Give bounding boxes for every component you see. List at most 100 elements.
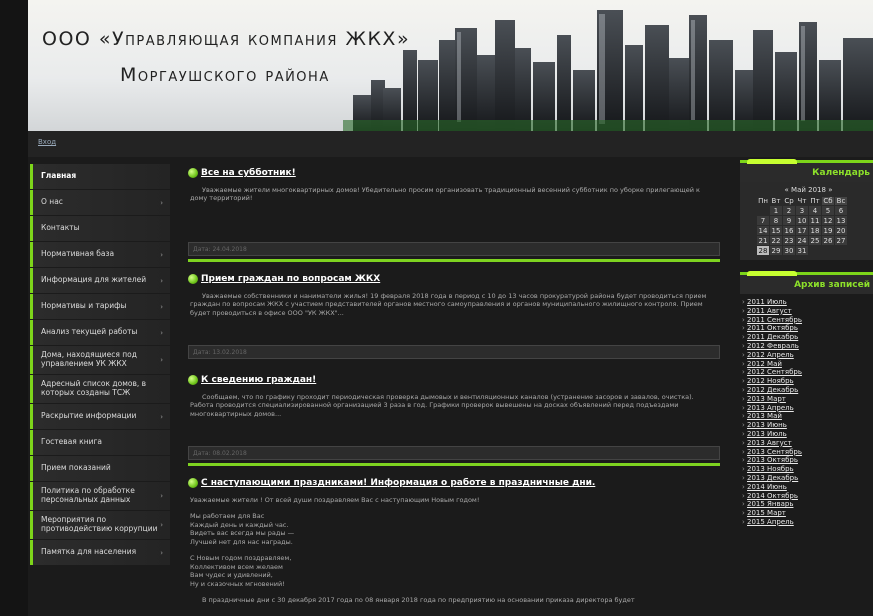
- calendar-day[interactable]: 8: [770, 216, 782, 225]
- calendar-day[interactable]: 5: [822, 206, 834, 215]
- archive-link[interactable]: 2013 Июнь: [742, 421, 873, 430]
- calendar-day[interactable]: 1: [770, 206, 782, 215]
- calendar-day[interactable]: 22: [770, 236, 782, 245]
- post-title-text[interactable]: Прием граждан по вопросам ЖКХ: [201, 274, 380, 284]
- calendar-day[interactable]: 30: [783, 246, 795, 255]
- menu-item-label: Гостевая книга: [41, 437, 103, 447]
- green-bullet-icon: [188, 375, 198, 385]
- calendar-day[interactable]: 20: [835, 226, 847, 235]
- post-title-text[interactable]: Все на субботник!: [201, 168, 296, 178]
- calendar-day[interactable]: 17: [796, 226, 808, 235]
- archive-link[interactable]: 2015 Январь: [742, 500, 873, 509]
- menu-item[interactable]: Дома, находящиеся под управлением УК ЖКХ…: [30, 346, 170, 374]
- post-date: Дата: 13.02.2018: [188, 345, 720, 359]
- menu-item[interactable]: Контакты: [30, 216, 170, 241]
- calendar-day[interactable]: 31: [796, 246, 808, 255]
- calendar-day[interactable]: 18: [809, 226, 821, 235]
- archive-link[interactable]: 2013 Декабрь: [742, 474, 873, 483]
- archive-link[interactable]: 2013 Октябрь: [742, 456, 873, 465]
- calendar-prev-button[interactable]: «: [785, 186, 789, 194]
- calendar-day[interactable]: 28: [757, 246, 769, 255]
- post-title-link[interactable]: К сведению граждан!: [188, 373, 720, 387]
- menu-item[interactable]: Памятка для населения ›: [30, 540, 170, 565]
- post-title-text[interactable]: К сведению граждан!: [201, 375, 316, 385]
- archive-link[interactable]: 2012 Ноябрь: [742, 377, 873, 386]
- calendar-day[interactable]: 3: [796, 206, 808, 215]
- calendar-day[interactable]: 7: [757, 216, 769, 225]
- archive-link[interactable]: 2011 Июль: [742, 298, 873, 307]
- calendar-day[interactable]: 21: [757, 236, 769, 245]
- post-title-link[interactable]: С наступающими праздниками! Информация о…: [188, 476, 720, 490]
- menu-item[interactable]: Прием показаний: [30, 456, 170, 481]
- calendar-day[interactable]: 4: [809, 206, 821, 215]
- calendar-day[interactable]: 24: [796, 236, 808, 245]
- calendar-day[interactable]: 10: [796, 216, 808, 225]
- calendar-week: 28 29 30 31: [757, 246, 847, 255]
- archive-link[interactable]: 2013 Апрель: [742, 404, 873, 413]
- archive-link[interactable]: 2011 Сентябрь: [742, 316, 873, 325]
- post-divider: [188, 259, 720, 262]
- menu-item[interactable]: Информация для жителей ›: [30, 268, 170, 293]
- calendar-weekday: Ср: [784, 197, 794, 205]
- chevron-right-icon: ›: [160, 250, 163, 259]
- menu-item[interactable]: Мероприятия по противодействию коррупции…: [30, 511, 170, 539]
- calendar-day[interactable]: 11: [809, 216, 821, 225]
- site-header: ООО «Управляющая компания ЖКХ» Моргаушск…: [28, 0, 873, 131]
- calendar-next-button[interactable]: »: [828, 186, 832, 194]
- archive-link[interactable]: 2015 Апрель: [742, 518, 873, 527]
- menu-item[interactable]: Раскрытие информации ›: [30, 404, 170, 429]
- calendar-day[interactable]: 26: [822, 236, 834, 245]
- calendar-day[interactable]: 2: [783, 206, 795, 215]
- archive-link[interactable]: 2013 Март: [742, 395, 873, 404]
- menu-item[interactable]: Нормативы и тарифы ›: [30, 294, 170, 319]
- post-body-line: С Новым годом поздравляем,: [190, 554, 292, 563]
- archive-link[interactable]: 2012 Февраль: [742, 342, 873, 351]
- archive-link[interactable]: 2012 Апрель: [742, 351, 873, 360]
- archive-link[interactable]: 2012 Май: [742, 360, 873, 369]
- archive-link[interactable]: 2013 Август: [742, 439, 873, 448]
- menu-item[interactable]: Гостевая книга: [30, 430, 170, 455]
- calendar-weekday: Сб: [822, 197, 834, 205]
- calendar-day[interactable]: 23: [783, 236, 795, 245]
- menu-item[interactable]: Политика по обработке персональных данны…: [30, 482, 170, 510]
- post-title-text[interactable]: С наступающими праздниками! Информация о…: [201, 478, 595, 488]
- archive-link[interactable]: 2013 Май: [742, 412, 873, 421]
- post-title-link[interactable]: Прием граждан по вопросам ЖКХ: [188, 272, 720, 286]
- archive-link[interactable]: 2013 Ноябрь: [742, 465, 873, 474]
- calendar-day[interactable]: 12: [822, 216, 834, 225]
- archive-link[interactable]: 2011 Август: [742, 307, 873, 316]
- menu-item[interactable]: О нас ›: [30, 190, 170, 215]
- site-title-line2: Моргаушского района: [120, 64, 330, 86]
- archive-link[interactable]: 2014 Июнь: [742, 483, 873, 492]
- calendar-day[interactable]: 9: [783, 216, 795, 225]
- calendar-day[interactable]: 14: [757, 226, 769, 235]
- calendar-day[interactable]: 16: [783, 226, 795, 235]
- calendar-day[interactable]: 27: [835, 236, 847, 245]
- archive-link[interactable]: 2012 Сентябрь: [742, 368, 873, 377]
- calendar-week: 123456: [757, 206, 847, 215]
- menu-item-label: Нормативная база: [41, 249, 115, 259]
- archive-link[interactable]: 2011 Декабрь: [742, 333, 873, 342]
- calendar-weekday: Пн: [758, 197, 768, 205]
- archive-link[interactable]: 2014 Октябрь: [742, 492, 873, 501]
- menu-item[interactable]: Нормативная база ›: [30, 242, 170, 267]
- calendar-day[interactable]: 25: [809, 236, 821, 245]
- green-bullet-icon: [188, 168, 198, 178]
- post-title-link[interactable]: Все на субботник!: [188, 166, 720, 180]
- calendar-day[interactable]: 13: [835, 216, 847, 225]
- calendar-day[interactable]: 6: [835, 206, 847, 215]
- menu-item[interactable]: Главная: [30, 164, 170, 189]
- archive-link[interactable]: 2015 Март: [742, 509, 873, 518]
- calendar-day[interactable]: 29: [770, 246, 782, 255]
- archive-link[interactable]: 2012 Декабрь: [742, 386, 873, 395]
- archive-link[interactable]: 2013 Сентябрь: [742, 448, 873, 457]
- menu-item-label: Дома, находящиеся под управлением УК ЖКХ: [41, 350, 137, 368]
- menu-item[interactable]: Адресный список домов, в которых созданы…: [30, 375, 170, 403]
- archive-link[interactable]: 2013 Июль: [742, 430, 873, 439]
- menu-item-label: Адресный список домов, в которых созданы…: [41, 379, 147, 397]
- archive-link[interactable]: 2011 Октябрь: [742, 324, 873, 333]
- calendar-day[interactable]: 19: [822, 226, 834, 235]
- login-link[interactable]: Вход: [38, 138, 56, 146]
- menu-item[interactable]: Анализ текущей работы ›: [30, 320, 170, 345]
- calendar-day[interactable]: 15: [770, 226, 782, 235]
